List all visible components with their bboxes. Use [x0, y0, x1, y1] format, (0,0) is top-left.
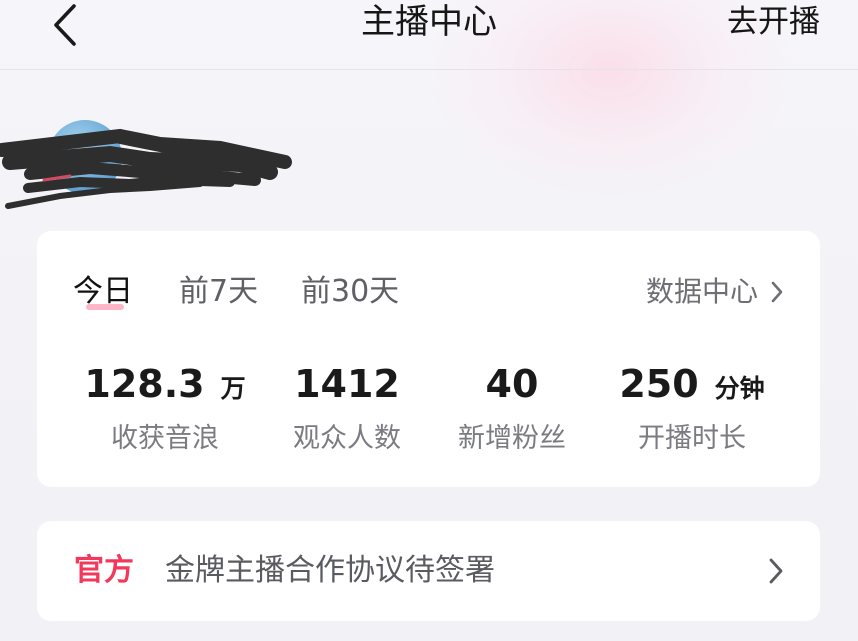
stat-viewers[interactable]: 1412 观众人数 [257, 359, 437, 457]
stat-label: 开播时长 [638, 423, 746, 454]
chevron-right-icon [770, 280, 784, 304]
data-center-link[interactable]: 数据中心 [646, 272, 784, 312]
stat-new-followers[interactable]: 40 新增粉丝 [422, 359, 602, 457]
data-center-label: 数据中心 [645, 275, 758, 308]
stat-live-duration[interactable]: 250 分钟 开播时长 [602, 359, 782, 457]
chevron-right-icon [768, 557, 784, 585]
tab-30-days[interactable]: 前30天 [301, 272, 399, 312]
tab-active-indicator [86, 304, 124, 310]
official-tag: 官方 [74, 553, 134, 588]
stat-label: 收获音浪 [111, 423, 219, 454]
stat-label: 新增粉丝 [458, 423, 566, 454]
go-live-button[interactable]: 去开播 [727, 0, 820, 44]
stat-value: 250 [619, 362, 699, 406]
top-bar: 主播中心 去开播 [0, 0, 858, 70]
stat-value: 128.3 [84, 362, 205, 406]
stat-income[interactable]: 128.3 万 收获音浪 [75, 359, 255, 457]
tab-7-days[interactable]: 前7天 [179, 272, 258, 312]
stat-value: 1412 [294, 362, 400, 406]
stat-value: 40 [485, 362, 539, 406]
stats-card: 今日 前7天 前30天 数据中心 128.3 万 收获音浪 1412 观众人数 … [37, 231, 820, 487]
stat-label: 观众人数 [293, 423, 401, 454]
stat-unit: 万 [220, 374, 246, 403]
stat-unit: 分钟 [714, 374, 765, 403]
profile-section[interactable] [0, 110, 300, 220]
official-notice-banner[interactable]: 官方 金牌主播合作协议待签署 [37, 521, 820, 621]
notice-text: 金牌主播合作协议待签署 [165, 553, 495, 588]
header-divider [0, 69, 858, 70]
redaction-scribble [0, 128, 292, 209]
